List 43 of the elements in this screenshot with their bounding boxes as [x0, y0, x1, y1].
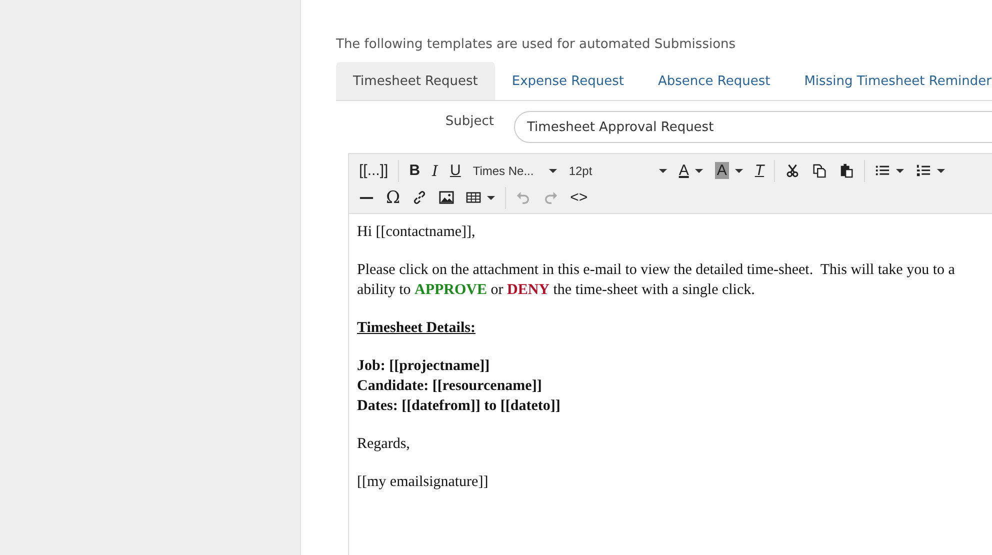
- special-character-button[interactable]: Ω: [380, 186, 406, 210]
- highlight-color-button[interactable]: A: [708, 158, 749, 182]
- paragraph: Regards,: [357, 435, 411, 454]
- caret-icon: [548, 168, 557, 172]
- dropdown[interactable]: Times Ne...: [466, 158, 563, 182]
- copy-icon: [812, 163, 828, 178]
- dropdown[interactable]: 12pt: [562, 158, 673, 182]
- tab[interactable]: Missing Timesheet Reminder: [787, 62, 992, 100]
- tab[interactable]: Expense Request: [494, 62, 641, 100]
- link-icon: [412, 190, 428, 205]
- image-icon: [439, 190, 454, 205]
- tab[interactable]: Timesheet Request: [336, 62, 495, 100]
- horizontal-line-icon: [359, 196, 374, 200]
- bullet-list-icon: [875, 163, 890, 178]
- numbered-list-icon: [916, 163, 932, 178]
- template-button[interactable]: [[...]]: [353, 158, 394, 182]
- source-code-button[interactable]: <>: [564, 186, 594, 210]
- caret-icon: [896, 168, 904, 172]
- bold-button[interactable]: B: [403, 158, 426, 182]
- intro-text: The following templates are used for automated Submissions: [336, 37, 737, 52]
- paste-icon: [839, 163, 854, 178]
- caret-icon: [487, 196, 496, 200]
- undo-icon: [516, 190, 532, 205]
- paragraph: Hi [[contactname]],: [357, 223, 476, 242]
- table-icon: [466, 190, 482, 205]
- paragraph: [[my emailsignature]]: [357, 473, 490, 492]
- section-heading: Timesheet Details:: [357, 319, 476, 338]
- paragraph: Please click on the attachment in this e-mail to view the detailed time-sheet. This will take you to a ability to APPROVE or DENY the time-sheet with a single click.: [357, 261, 956, 300]
- rich-text-editor[interactable]: [348, 153, 992, 555]
- text-color-button[interactable]: A: [672, 158, 709, 182]
- subject-field[interactable]: Timesheet Approval Request: [514, 111, 992, 143]
- redo-icon: [543, 190, 558, 205]
- field-label: Subject: [444, 113, 494, 129]
- paragraph: Job: [[projectname]] Candidate: [[resourcename]] Dates: [[datefrom]] to [[dateto]]: [357, 357, 562, 416]
- tab[interactable]: Absence Request: [640, 62, 788, 100]
- caret-icon: [734, 168, 743, 172]
- underline-button[interactable]: U: [444, 158, 467, 182]
- italic-button[interactable]: I: [426, 158, 444, 182]
- scissors-icon: [785, 163, 800, 178]
- caret-icon: [694, 168, 703, 172]
- caret-icon: [937, 168, 946, 172]
- clear-format-button[interactable]: T: [748, 158, 770, 182]
- caret-icon: [658, 168, 667, 172]
